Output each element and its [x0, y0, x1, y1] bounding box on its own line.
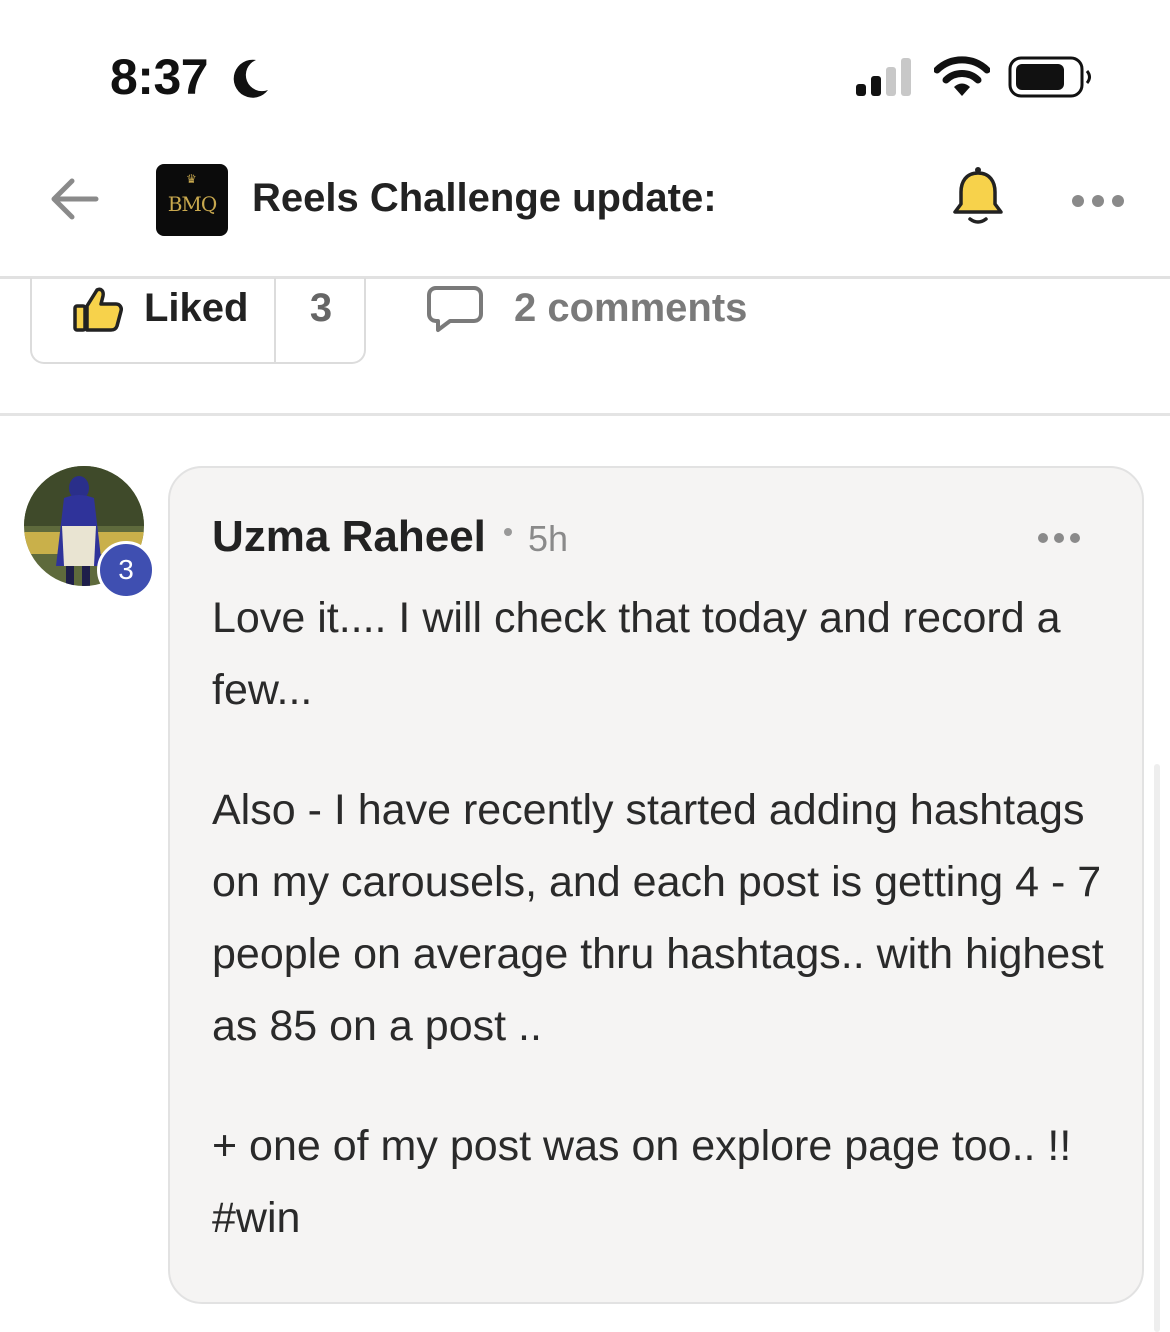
bell-icon[interactable] [950, 164, 1006, 230]
like-button[interactable]: Liked [32, 278, 276, 364]
like-count[interactable]: 3 [276, 286, 366, 331]
comment-bubble-icon [427, 286, 483, 332]
comments-count-label: 2 comments [514, 286, 748, 330]
comment-paragraph: Also - I have recently started adding ha… [212, 786, 1104, 1050]
comment-time[interactable]: 5h [528, 518, 568, 560]
like-label: Liked [144, 286, 249, 330]
meta-separator [504, 528, 512, 536]
wifi-icon [934, 56, 990, 96]
battery-icon [1008, 56, 1091, 98]
section-divider [0, 413, 1170, 416]
crown-icon: ♛ [186, 172, 197, 186]
level-badge: 3 [97, 541, 155, 599]
moon-icon [233, 59, 268, 98]
post-header: ♛ BMQ Reels Challenge update: [0, 140, 1170, 276]
group-logo-text: BMQ [167, 192, 218, 216]
status-time: 8:37 [110, 49, 209, 105]
comment-more-icon[interactable] [1036, 530, 1082, 546]
page-title[interactable]: Reels Challenge update: [252, 176, 717, 221]
thumbs-up-icon [73, 287, 123, 332]
group-logo[interactable]: ♛ BMQ [156, 164, 228, 236]
like-control: Liked 3 [30, 278, 366, 364]
scrollbar[interactable] [1154, 764, 1160, 1332]
signal-icon [856, 58, 911, 96]
comment-author[interactable]: Uzma Raheel [212, 512, 486, 562]
comment-card: Uzma Raheel 5h Love it.... I will check … [168, 466, 1144, 1304]
comments-button[interactable]: 2 comments [422, 282, 762, 342]
more-options-icon[interactable] [1070, 190, 1126, 212]
back-arrow-icon[interactable] [44, 174, 104, 224]
comment-paragraph: + one of my post was on explore page too… [212, 1122, 1072, 1242]
status-bar: 8:37 [0, 0, 1170, 140]
comment-paragraph: Love it.... I will check that today and … [212, 594, 1061, 714]
